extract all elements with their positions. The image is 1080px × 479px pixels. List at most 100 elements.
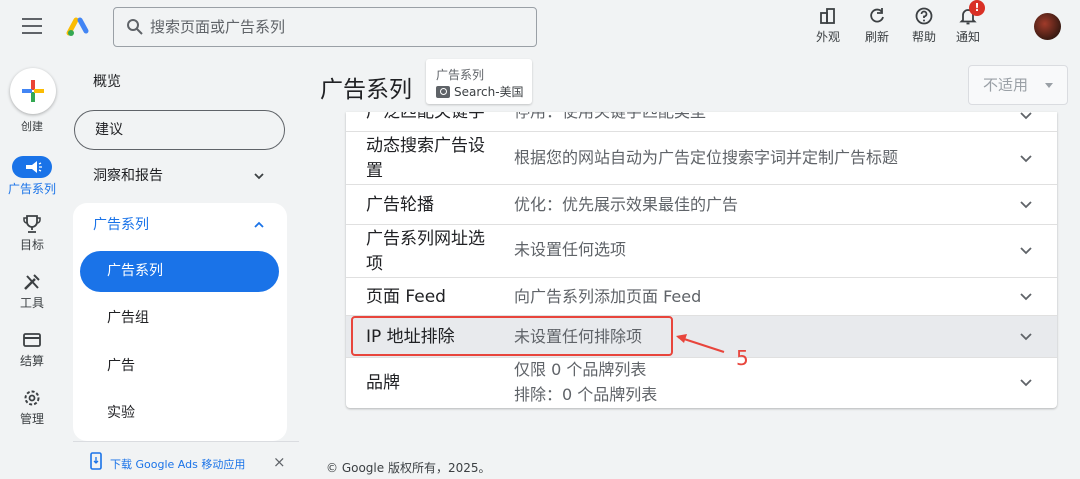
rail-item-tools[interactable]: 工具 — [0, 272, 64, 311]
create-button[interactable] — [10, 68, 56, 114]
nav-item-overview[interactable]: 概览 — [73, 62, 287, 102]
help-icon — [915, 7, 933, 25]
nav-overview-label: 概览 — [93, 74, 121, 90]
crumb-value-text: Search-美国 — [454, 85, 524, 99]
rail-item-billing[interactable]: 结算 — [0, 330, 64, 369]
download-app-bar: 下载 Google Ads 移动应用 × — [73, 441, 299, 479]
setting-row-ad-rotation[interactable]: 广告轮播 优化：优先展示效果最佳的广告 — [346, 185, 1057, 225]
chevron-down-icon — [1020, 155, 1032, 163]
setting-row-url-options[interactable]: 广告系列网址选 项 未设置任何选项 — [346, 225, 1057, 278]
rail-label-goals: 目标 — [19, 238, 44, 252]
chevron-down-icon — [1020, 293, 1032, 301]
nav-sub-ad-groups[interactable]: 广告组 — [80, 298, 279, 339]
setting-label: 广泛匹配关键字 — [366, 112, 485, 122]
setting-row-dsa[interactable]: 动态搜索广告设 置 根据您的网站自动为广告定位搜索字词并定制广告标题 — [346, 132, 1057, 185]
annotation-highlight-box — [351, 316, 673, 356]
nav-sub-label: 广告组 — [107, 310, 149, 326]
appearance-label: 外观 — [815, 30, 840, 44]
setting-value: 根据您的网站自动为广告定位搜索字词并定制广告标题 — [514, 148, 899, 167]
nav-group-title-label: 广告系列 — [93, 217, 149, 233]
search-icon — [127, 19, 143, 35]
setting-label-line2: 项 — [366, 254, 383, 274]
notifications-label: 通知 — [955, 30, 980, 44]
rail-item-goals[interactable]: 目标 — [0, 214, 64, 253]
avatar[interactable] — [1034, 13, 1061, 40]
chevron-up-icon — [254, 221, 264, 228]
setting-value: 向广告系列添加页面 Feed — [514, 287, 702, 306]
create-label: 创建 — [21, 120, 43, 133]
close-icon[interactable]: × — [273, 453, 286, 471]
card-icon — [23, 333, 41, 347]
rail-item-admin[interactable]: 管理 — [0, 388, 64, 427]
search-input[interactable] — [150, 14, 520, 40]
help-label: 帮助 — [911, 30, 936, 44]
annotation-number: 5 — [736, 346, 749, 370]
setting-label-line1: 广告系列网址选 — [366, 229, 485, 249]
chevron-down-icon — [254, 173, 264, 180]
hamburger-menu-icon[interactable] — [22, 18, 42, 34]
google-ads-logo[interactable] — [66, 14, 90, 38]
crumb-label: 广告系列 — [436, 68, 485, 82]
nav-recommendations-label: 建议 — [95, 122, 123, 138]
help-button[interactable]: 帮助 — [904, 6, 944, 45]
settings-card: 广泛匹配关键字 停用：使用关键字匹配类型 动态搜索广告设 置 根据您的网站自动为… — [346, 112, 1057, 408]
refresh-label: 刷新 — [864, 30, 889, 44]
search-campaign-icon — [436, 86, 450, 98]
chevron-down-icon — [1020, 112, 1032, 120]
rail-label-tools: 工具 — [19, 296, 44, 310]
download-app-link[interactable]: 下载 Google Ads 移动应用 — [110, 456, 245, 472]
plus-icon — [22, 80, 44, 102]
chevron-down-icon — [1020, 333, 1032, 341]
nav-sub-label: 广告 — [107, 358, 135, 374]
appearance-icon — [820, 8, 835, 24]
status-select-value: 不适用 — [983, 76, 1029, 94]
setting-value: 停用：使用关键字匹配类型 — [514, 112, 706, 123]
gear-icon — [24, 390, 40, 406]
nav-sub-label: 实验 — [107, 405, 135, 421]
notifications-button[interactable]: ! 通知 — [948, 0, 988, 45]
setting-row-broad-match[interactable]: 广泛匹配关键字 停用：使用关键字匹配类型 — [346, 112, 1057, 132]
nav-group-campaigns: 广告系列 广告系列 广告组 广告 实验 — [73, 203, 287, 441]
rail-label-admin: 管理 — [19, 412, 44, 426]
chevron-down-icon — [1020, 201, 1032, 209]
rail-label-campaigns: 广告系列 — [7, 182, 56, 196]
phone-icon — [90, 452, 102, 470]
setting-value-line1: 仅限 0 个品牌列表 — [514, 360, 647, 379]
caret-down-icon — [1045, 83, 1053, 88]
setting-value: 未设置任何选项 — [514, 240, 627, 259]
setting-label: 品牌 — [366, 373, 400, 393]
setting-row-brands[interactable]: 品牌 仅限 0 个品牌列表 排除：0 个品牌列表 — [346, 358, 1057, 408]
setting-row-page-feed[interactable]: 页面 Feed 向广告系列添加页面 Feed — [346, 278, 1057, 316]
megaphone-icon — [12, 156, 52, 178]
nav-group-title[interactable]: 广告系列 — [73, 205, 287, 245]
chevron-down-icon — [1020, 379, 1032, 387]
tools-icon — [24, 274, 40, 290]
setting-label: 页面 Feed — [366, 287, 446, 307]
annotation-arrow — [676, 334, 725, 354]
nav-sub-experiments[interactable]: 实验 — [80, 393, 279, 434]
trophy-icon — [23, 215, 41, 233]
status-select[interactable]: 不适用 — [968, 65, 1068, 105]
chevron-down-icon — [1020, 247, 1032, 255]
nav-item-recommendations[interactable]: 建议 — [74, 110, 285, 150]
nav-sub-label: 广告系列 — [107, 263, 163, 279]
refresh-icon — [870, 8, 884, 23]
setting-value: 优化：优先展示效果最佳的广告 — [514, 195, 739, 214]
appearance-button[interactable]: 外观 — [808, 6, 848, 45]
nav-sub-ads[interactable]: 广告 — [80, 346, 279, 387]
setting-value-line2: 排除：0 个品牌列表 — [514, 385, 658, 404]
search-box[interactable] — [113, 7, 537, 47]
notification-badge: ! — [969, 0, 985, 16]
refresh-button[interactable]: 刷新 — [857, 6, 897, 45]
setting-label: 广告轮播 — [366, 195, 434, 215]
top-bar: 外观 刷新 帮助 ! 通知 — [0, 0, 1080, 60]
nav-item-insights[interactable]: 洞察和报告 — [73, 156, 287, 196]
setting-label-line1: 动态搜索广告设 — [366, 136, 485, 156]
nav-sub-campaigns[interactable]: 广告系列 — [80, 251, 279, 292]
rail-item-campaigns[interactable]: 广告系列 — [0, 156, 64, 197]
copyright-footer: © Google 版权所有，2025。 — [326, 461, 491, 475]
page-title: 广告系列 — [320, 77, 412, 103]
campaign-breadcrumb[interactable]: 广告系列 Search-美国 — [426, 59, 532, 104]
crumb-value: Search-美国 — [436, 83, 524, 100]
setting-label-line2: 置 — [366, 161, 383, 181]
